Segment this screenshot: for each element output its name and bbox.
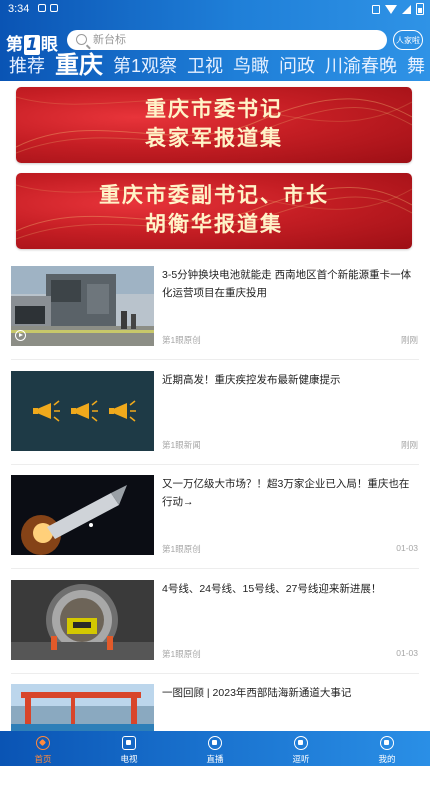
- notification-icon: [38, 4, 46, 12]
- news-item[interactable]: 4号线、24号线、15号线、27号线迎来新进展！ 第1眼原创 01-03: [11, 580, 419, 684]
- nav-home[interactable]: 首页: [0, 731, 86, 766]
- news-time: 刚刚: [400, 440, 418, 450]
- user-icon: [380, 736, 394, 750]
- tunnel-construction-image: [11, 580, 154, 660]
- channel-tabs: 推荐 重庆 第1观察 卫视 鸟瞰 问政 川渝春晚 舞: [0, 52, 430, 80]
- tab-chongqing[interactable]: 重庆: [50, 52, 108, 80]
- nav-tv[interactable]: 电视: [86, 731, 172, 766]
- banner-title-line2: 袁家军报道集: [145, 125, 283, 150]
- top-bar: 第1眼 人家啦: [0, 24, 430, 55]
- rocket-image: [11, 475, 154, 555]
- news-title: 又一万亿级大市场？！超3万家企业已入局！重庆也在行动→: [162, 478, 410, 508]
- banner-party-secretary[interactable]: 重庆市委书记 袁家军报道集: [16, 87, 412, 163]
- tab-recommend[interactable]: 推荐: [0, 52, 50, 80]
- news-time: 01-03: [396, 648, 418, 658]
- news-item[interactable]: 近期高发！重庆疾控发布最新健康提示 第1眼新闻 刚刚: [11, 371, 419, 475]
- banner-mayor[interactable]: 重庆市委副书记、市长 胡衡华报道集: [16, 173, 412, 249]
- nav-live[interactable]: 直播: [172, 731, 258, 766]
- app-header: 3:34 第1眼 人家啦 推荐 重庆 第1观察 卫视 鸟瞰 问政 川渝春晚 舞: [0, 0, 430, 81]
- banner-title-line2: 胡衡华报道集: [145, 211, 283, 236]
- signal-icon: [402, 4, 411, 14]
- nav-label: 电视: [120, 754, 138, 764]
- divider: [11, 464, 419, 465]
- tv-icon: [122, 736, 136, 750]
- battery-swap-station-image: [11, 266, 154, 346]
- nav-label: 逗听: [292, 754, 310, 764]
- tab-spring-gala[interactable]: 川渝春晚: [320, 52, 402, 80]
- star-icon: [36, 736, 50, 750]
- tab-aerial-view[interactable]: 鸟瞰: [228, 52, 274, 80]
- news-title: 3-5分钟换块电池就能走 西南地区首个新能源重卡一体化运营项目在重庆投用: [162, 269, 412, 299]
- news-time: 01-03: [396, 543, 418, 553]
- news-title: 一图回顾 | 2023年西部陆海新通道大事记: [162, 687, 352, 699]
- tab-more[interactable]: 舞: [402, 52, 430, 80]
- notification-icon: [50, 4, 58, 12]
- tab-inquiry[interactable]: 问政: [274, 52, 320, 80]
- nav-label: 我的: [378, 754, 396, 764]
- divider: [11, 568, 419, 569]
- divider: [11, 359, 419, 360]
- video-play-icon: [15, 330, 26, 341]
- system-icons: [372, 3, 424, 15]
- news-source: 第1眼新闻: [162, 440, 201, 450]
- radio-icon: [294, 736, 308, 750]
- news-title: 4号线、24号线、15号线、27号线迎来新进展！: [162, 583, 382, 595]
- banner-title-line1: 重庆市委副书记、市长: [99, 182, 329, 207]
- search-input[interactable]: [93, 32, 373, 48]
- news-title: 近期高发！重庆疾控发布最新健康提示: [162, 374, 341, 386]
- news-thumbnail: [11, 475, 154, 555]
- news-item[interactable]: 3-5分钟换块电池就能走 西南地区首个新能源重卡一体化运营项目在重庆投用 第1眼…: [11, 266, 419, 370]
- news-thumbnail: [11, 580, 154, 660]
- notification-icons: [38, 4, 58, 12]
- nav-listen[interactable]: 逗听: [258, 731, 344, 766]
- news-thumbnail: [11, 266, 154, 346]
- news-source: 第1眼原创: [162, 649, 201, 659]
- profile-badge[interactable]: 人家啦: [393, 30, 423, 50]
- divider: [11, 673, 419, 674]
- wifi-icon: [385, 4, 397, 14]
- news-thumbnail: [11, 371, 154, 451]
- tab-satellite-tv[interactable]: 卫视: [182, 52, 228, 80]
- news-item[interactable]: 又一万亿级大市场？！超3万家企业已入局！重庆也在行动→ 第1眼原创 01-03: [11, 475, 419, 579]
- nav-label: 首页: [34, 754, 52, 764]
- nav-label: 直播: [206, 754, 224, 764]
- search-bar[interactable]: [67, 30, 387, 50]
- lightning-icon: [208, 736, 222, 750]
- news-time: 刚刚: [400, 335, 418, 345]
- news-source: 第1眼原创: [162, 335, 201, 345]
- battery-icon: [416, 3, 424, 15]
- bottom-navigation: 首页 电视 直播 逗听 我的: [0, 731, 430, 766]
- vibrate-icon: [372, 4, 380, 14]
- nav-profile[interactable]: 我的: [344, 731, 430, 766]
- news-source: 第1眼原创: [162, 544, 201, 554]
- megaphone-alert-image: [11, 371, 154, 451]
- status-bar: 3:34: [0, 0, 430, 18]
- search-icon: [76, 34, 87, 45]
- tab-first-observation[interactable]: 第1观察: [108, 52, 182, 80]
- status-time: 3:34: [8, 3, 30, 15]
- banner-title-line1: 重庆市委书记: [145, 96, 283, 121]
